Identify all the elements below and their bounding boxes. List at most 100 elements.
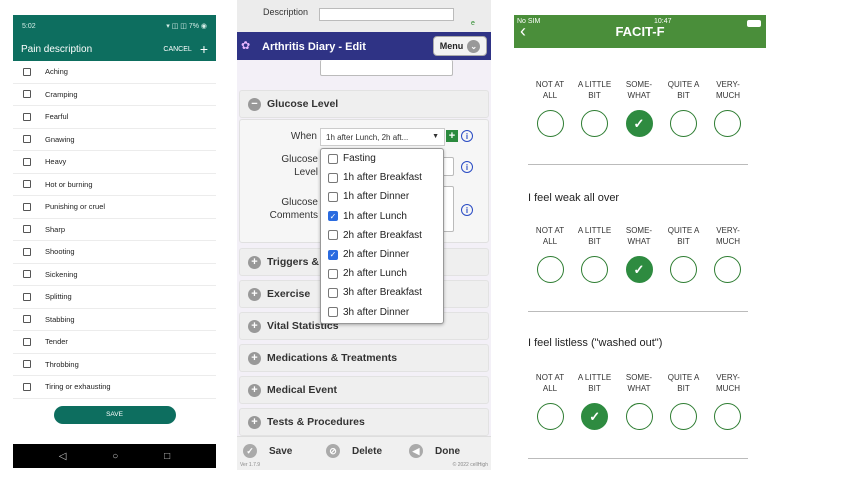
section-glucose-level[interactable]: − Glucose Level	[239, 90, 489, 118]
checkbox[interactable]	[23, 315, 31, 324]
checkbox[interactable]	[23, 67, 31, 76]
dropdown-option[interactable]: 3h after Dinner	[321, 303, 443, 322]
pain-option-row[interactable]: Gnawing	[13, 129, 216, 151]
checkbox[interactable]	[23, 135, 31, 144]
checkbox[interactable]: ✓	[328, 249, 338, 260]
radio-button[interactable]	[537, 256, 564, 283]
pain-option-label: Stabbing	[45, 314, 75, 324]
checkbox[interactable]: ✓	[328, 211, 338, 222]
checkbox[interactable]	[328, 307, 338, 318]
radio-button[interactable]	[625, 403, 653, 430]
radio-button[interactable]	[714, 403, 741, 430]
pain-option-label: Tender	[45, 337, 68, 347]
checkbox[interactable]	[23, 157, 31, 166]
pain-option-row[interactable]: Sickening	[13, 264, 216, 286]
checkbox[interactable]	[328, 287, 338, 298]
radio-button[interactable]: ✓	[625, 256, 653, 283]
pain-option-label: Hot or burning	[45, 179, 93, 189]
checkbox[interactable]	[23, 360, 31, 369]
pain-option-label: Sharp	[45, 224, 66, 234]
info-icon[interactable]: i	[461, 161, 473, 173]
checkbox[interactable]	[23, 247, 31, 256]
footer-done-button[interactable]: ◀ Done	[409, 444, 460, 458]
pain-option-row[interactable]: Throbbing	[13, 354, 216, 376]
dropdown-option[interactable]: 2h after Breakfast	[321, 226, 443, 245]
pain-option-row[interactable]: Aching	[13, 61, 216, 84]
save-button[interactable]: SAVE	[53, 405, 176, 424]
radio-button[interactable]	[669, 256, 697, 283]
pain-option-row[interactable]: Tiring or exhausting	[13, 376, 216, 399]
footer-delete-button[interactable]: ⊘ Delete	[326, 444, 382, 458]
pain-option-label: Fearful	[45, 112, 69, 122]
option-label: VERY- MUCH	[716, 80, 740, 100]
checkbox[interactable]	[23, 180, 31, 189]
expand-icon: +	[248, 415, 261, 429]
add-icon[interactable]: +	[200, 42, 208, 56]
checkbox[interactable]	[23, 270, 31, 279]
pain-option-row[interactable]: Hot or burning	[13, 174, 216, 196]
radio-button[interactable]	[581, 256, 609, 283]
option-label: 3h after Breakfast	[343, 287, 422, 299]
dropdown-option[interactable]: Fasting	[321, 149, 443, 168]
previous-field-input[interactable]	[320, 60, 453, 76]
pain-option-row[interactable]: Shooting	[13, 241, 216, 264]
facit-screen: No SIM 10:47 ‹ FACIT-F NOT AT ALL A LITTLE…	[514, 15, 766, 475]
pain-option-label: Heavy	[45, 157, 67, 167]
divider	[528, 311, 748, 312]
home-icon[interactable]: ○	[112, 451, 118, 462]
section-header[interactable]: + Medical Event	[239, 376, 489, 404]
pain-option-row[interactable]: Stabbing	[13, 309, 216, 331]
dropdown-option[interactable]: 3h after Breakfast	[321, 283, 443, 302]
dropdown-arrow-icon: ▼	[432, 133, 439, 140]
when-select[interactable]: 1h after Lunch, 2h aft... ▼	[320, 128, 445, 146]
answer-scale: NOT AT ALL A LITTLE BIT SOME- WHAT QUITE A BIT V…	[528, 225, 750, 283]
radio-button[interactable]	[714, 110, 741, 137]
radio-button[interactable]: ✓	[581, 403, 609, 430]
pain-option-row[interactable]: Splitting	[13, 286, 216, 309]
footer-save-button[interactable]: ✓ Save	[243, 444, 292, 458]
checkbox[interactable]	[328, 268, 338, 279]
info-icon[interactable]: i	[461, 130, 473, 142]
check-icon: ✓	[589, 408, 601, 424]
radio-button[interactable]	[714, 256, 741, 283]
pain-option-row[interactable]: Fearful	[13, 106, 216, 129]
pain-option-label: Shooting	[45, 247, 75, 257]
checkbox[interactable]	[328, 191, 338, 202]
dropdown-option[interactable]: 2h after Lunch	[321, 264, 443, 283]
pain-option-row[interactable]: Punishing or cruel	[13, 196, 216, 219]
checkbox[interactable]	[328, 153, 338, 164]
info-icon[interactable]: i	[461, 204, 473, 216]
checkbox[interactable]	[23, 202, 31, 211]
checkbox[interactable]	[23, 337, 31, 346]
pain-option-row[interactable]: Tender	[13, 331, 216, 354]
section-header[interactable]: + Tests & Procedures	[239, 408, 489, 436]
cancel-button[interactable]: CANCEL	[163, 46, 191, 53]
radio-button[interactable]: ✓	[625, 110, 653, 137]
recents-icon[interactable]: □	[164, 451, 170, 462]
radio-button[interactable]	[537, 110, 564, 137]
pain-option-row[interactable]: Heavy	[13, 151, 216, 174]
description-input[interactable]	[319, 8, 454, 21]
radio-button[interactable]	[537, 403, 564, 430]
checkbox[interactable]	[328, 172, 338, 183]
option-label: A LITTLE BIT	[577, 373, 612, 393]
radio-button[interactable]	[669, 403, 697, 430]
section-header[interactable]: + Medications & Treatments	[239, 344, 489, 372]
checkbox[interactable]	[23, 90, 31, 99]
dropdown-option[interactable]: 1h after Breakfast	[321, 168, 443, 187]
radio-button[interactable]	[669, 110, 697, 137]
pain-option-row[interactable]: Sharp	[13, 219, 216, 241]
dropdown-option[interactable]: ✓ 1h after Lunch	[321, 207, 443, 226]
menu-button[interactable]: Menu ⌄	[433, 36, 487, 56]
add-icon[interactable]: +	[446, 130, 458, 142]
checkbox[interactable]	[23, 382, 31, 391]
checkbox[interactable]	[328, 230, 338, 241]
checkbox[interactable]	[23, 225, 31, 234]
back-icon[interactable]: ◁	[59, 451, 67, 462]
dropdown-option[interactable]: 1h after Dinner	[321, 187, 443, 206]
dropdown-option[interactable]: ✓ 2h after Dinner	[321, 245, 443, 264]
checkbox[interactable]	[23, 112, 31, 121]
pain-option-row[interactable]: Cramping	[13, 84, 216, 106]
checkbox[interactable]	[23, 292, 31, 301]
radio-button[interactable]	[581, 110, 609, 137]
